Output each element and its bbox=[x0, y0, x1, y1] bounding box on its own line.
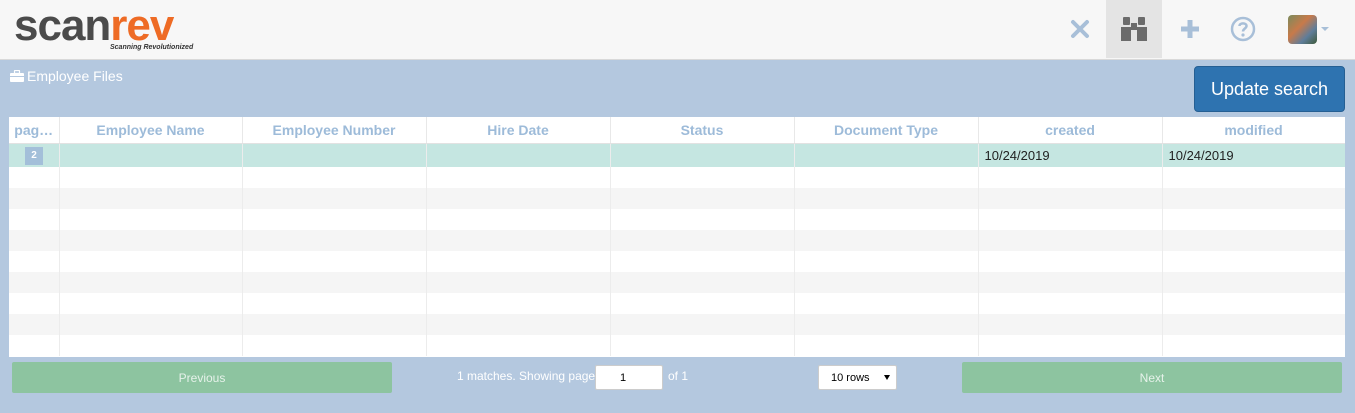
column-header-employee-number[interactable]: Employee Number bbox=[242, 117, 427, 144]
cell-employee-name bbox=[59, 143, 243, 167]
top-navbar: scanrev Scanning Revolutionized bbox=[0, 0, 1355, 60]
scanrev-logo[interactable]: scanrev Scanning Revolutionized bbox=[14, 1, 193, 52]
search-button[interactable] bbox=[1106, 0, 1162, 58]
table-header-row: pag… Employee Name Employee Number Hire … bbox=[9, 117, 1345, 144]
pagination-bar: Previous 1 matches. Showing page of 1 10… bbox=[9, 357, 1345, 397]
breadcrumb-label: Employee Files bbox=[27, 68, 123, 84]
rows-per-page-value: 10 rows bbox=[831, 371, 870, 384]
empty-row bbox=[9, 335, 1345, 356]
page-total: of 1 bbox=[668, 369, 689, 383]
empty-row bbox=[9, 314, 1345, 335]
cell-created: 10/24/2019 bbox=[978, 143, 1163, 167]
rows-per-page-select[interactable]: 10 rows bbox=[818, 365, 897, 390]
empty-row bbox=[9, 188, 1345, 209]
empty-row bbox=[9, 272, 1345, 293]
binoculars-icon bbox=[1121, 17, 1147, 41]
page-count: 2 bbox=[31, 150, 37, 162]
cell-pages: 2 bbox=[9, 143, 60, 167]
cell-hire-date bbox=[426, 143, 611, 167]
column-header-pages[interactable]: pag… bbox=[9, 117, 60, 144]
empty-row bbox=[9, 209, 1345, 230]
match-info: 1 matches. Showing page bbox=[457, 369, 596, 383]
briefcase-icon bbox=[10, 70, 24, 82]
chevron-down-icon bbox=[1320, 27, 1329, 31]
next-button[interactable]: Next bbox=[962, 362, 1342, 393]
page-number-input[interactable] bbox=[595, 365, 663, 390]
cell-document-type bbox=[794, 143, 979, 167]
logo-rev-text: rev bbox=[110, 1, 174, 50]
document-icon[interactable]: 2 bbox=[25, 147, 43, 166]
close-button[interactable] bbox=[1052, 0, 1108, 58]
table-row[interactable]: 2 10/24/2019 10/24/2019 bbox=[9, 143, 1345, 167]
help-icon bbox=[1230, 16, 1256, 42]
cell-status bbox=[610, 143, 795, 167]
cell-modified: 10/24/2019 bbox=[1162, 143, 1345, 167]
cell-employee-number bbox=[242, 143, 427, 167]
column-header-employee-name[interactable]: Employee Name bbox=[59, 117, 243, 144]
logo-wordmark: scanrev bbox=[14, 1, 174, 50]
column-header-created[interactable]: created bbox=[978, 117, 1163, 144]
column-header-modified[interactable]: modified bbox=[1162, 117, 1345, 144]
column-header-hire-date[interactable]: Hire Date bbox=[426, 117, 611, 144]
breadcrumb: Employee Files bbox=[10, 68, 123, 84]
empty-row bbox=[9, 167, 1345, 188]
logo-tagline: Scanning Revolutionized bbox=[110, 44, 194, 51]
update-search-button[interactable]: Update search bbox=[1194, 66, 1345, 112]
empty-row bbox=[9, 293, 1345, 314]
user-menu[interactable] bbox=[1278, 0, 1338, 58]
dropdown-arrow-icon bbox=[884, 375, 890, 380]
close-icon bbox=[1071, 20, 1089, 38]
logo-scan-text: scan bbox=[14, 1, 111, 50]
empty-row bbox=[9, 251, 1345, 272]
column-header-document-type[interactable]: Document Type bbox=[794, 117, 979, 144]
empty-row bbox=[9, 230, 1345, 251]
column-header-status[interactable]: Status bbox=[610, 117, 795, 144]
plus-icon bbox=[1181, 20, 1199, 38]
results-table: pag… Employee Name Employee Number Hire … bbox=[9, 117, 1345, 357]
previous-button[interactable]: Previous bbox=[12, 362, 392, 393]
avatar bbox=[1287, 14, 1317, 44]
help-button[interactable] bbox=[1215, 0, 1271, 58]
add-button[interactable] bbox=[1162, 0, 1218, 58]
